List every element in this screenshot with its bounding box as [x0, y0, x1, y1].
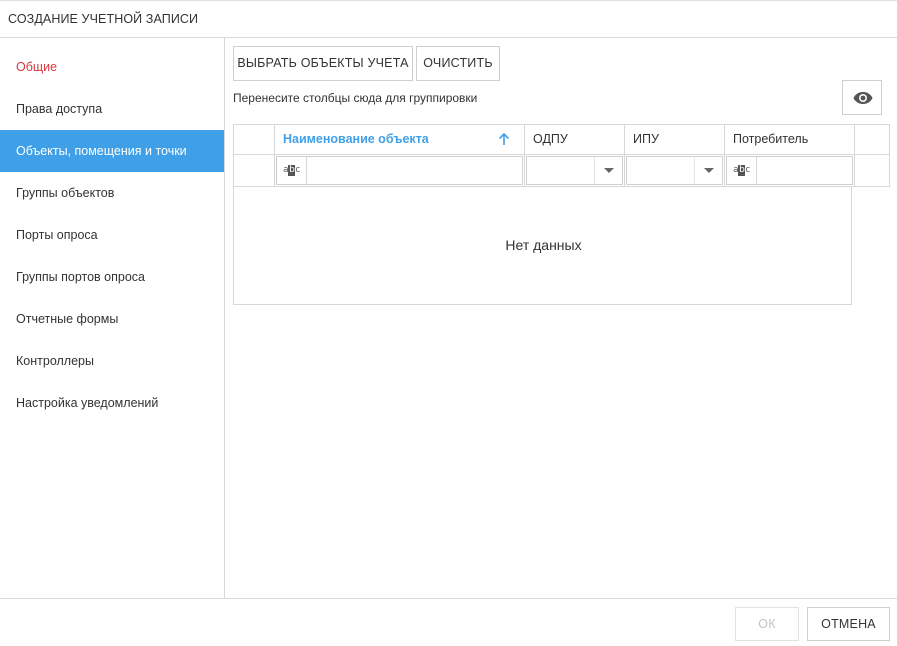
create-account-dialog: СОЗДАНИЕ УЧЕТНОЙ ЗАПИСИ Общие Права дост… — [0, 0, 898, 646]
group-panel-hint[interactable]: Перенесите столбцы сюда для группировки — [233, 91, 477, 105]
grid-header-end-spacer — [854, 125, 891, 155]
sidebar-item-controllers[interactable]: Контроллеры — [0, 340, 224, 382]
filter-end-spacer — [854, 155, 891, 186]
grid-header-row: Наименование объекта ОДПУ ИПУ Потребител… — [233, 124, 891, 155]
column-header-odpu[interactable]: ОДПУ — [524, 125, 624, 155]
filter-cell-ipu — [624, 155, 724, 186]
sidebar-item-object-groups[interactable]: Группы объектов — [0, 172, 224, 214]
column-label-odpu: ОДПУ — [533, 132, 568, 146]
sidebar-item-general[interactable]: Общие — [0, 46, 224, 88]
column-label-object-name: Наименование объекта — [283, 132, 429, 146]
column-header-object-name[interactable]: Наименование объекта — [274, 125, 524, 155]
column-header-consumer[interactable]: Потребитель — [724, 125, 854, 155]
sidebar-item-access-rights[interactable]: Права доступа — [0, 88, 224, 130]
text-filter-icon[interactable]: abc — [727, 157, 757, 184]
filter-cell-object-name: abc — [274, 155, 524, 186]
settings-sidebar: Общие Права доступа Объекты, помещения и… — [0, 38, 225, 598]
sidebar-item-objects-premises-points[interactable]: Объекты, помещения и точки — [0, 130, 224, 172]
select-accounting-objects-button[interactable]: ВЫБРАТЬ ОБЪЕКТЫ УЧЕТА — [233, 46, 413, 81]
filter-cell-consumer: abc — [724, 155, 854, 186]
sidebar-item-polling-port-groups[interactable]: Группы портов опроса — [0, 256, 224, 298]
ipu-filter-select[interactable] — [626, 156, 723, 185]
object-name-filter-input[interactable]: abc — [276, 156, 523, 185]
sidebar-item-report-forms[interactable]: Отчетные формы — [0, 298, 224, 340]
column-chooser-button[interactable] — [842, 80, 882, 115]
sidebar-item-polling-ports[interactable]: Порты опроса — [0, 214, 224, 256]
dialog-footer: ОК ОТМЕНА — [0, 598, 898, 646]
filter-spacer — [234, 155, 274, 186]
text-filter-icon[interactable]: abc — [277, 157, 307, 184]
chevron-down-icon[interactable] — [704, 168, 714, 173]
chevron-down-icon[interactable] — [604, 168, 614, 173]
main-panel: ВЫБРАТЬ ОБЪЕКТЫ УЧЕТА ОЧИСТИТЬ Перенесит… — [225, 38, 898, 598]
filter-cell-odpu — [524, 155, 624, 186]
dialog-header: СОЗДАНИЕ УЧЕТНОЙ ЗАПИСИ — [0, 1, 898, 38]
sort-ascending-icon — [498, 133, 510, 145]
consumer-filter-input[interactable]: abc — [726, 156, 853, 185]
column-label-consumer: Потребитель — [733, 132, 809, 146]
eye-icon — [853, 92, 873, 104]
grid-body: Нет данных — [233, 187, 852, 305]
column-label-ipu: ИПУ — [633, 132, 659, 146]
cancel-button[interactable]: ОТМЕНА — [807, 607, 890, 641]
grid-filter-row: abc abc — [233, 154, 890, 187]
dropdown-separator — [594, 157, 595, 184]
column-header-ipu[interactable]: ИПУ — [624, 125, 724, 155]
sidebar-item-notification-settings[interactable]: Настройка уведомлений — [0, 382, 224, 424]
clear-button[interactable]: ОЧИСТИТЬ — [416, 46, 500, 81]
no-data-message: Нет данных — [505, 237, 582, 253]
objects-grid: Наименование объекта ОДПУ ИПУ Потребител… — [233, 124, 890, 305]
dropdown-separator — [694, 157, 695, 184]
grid-header-spacer — [234, 125, 274, 155]
dialog-title: СОЗДАНИЕ УЧЕТНОЙ ЗАПИСИ — [8, 12, 199, 26]
odpu-filter-select[interactable] — [526, 156, 623, 185]
ok-button[interactable]: ОК — [735, 607, 799, 641]
